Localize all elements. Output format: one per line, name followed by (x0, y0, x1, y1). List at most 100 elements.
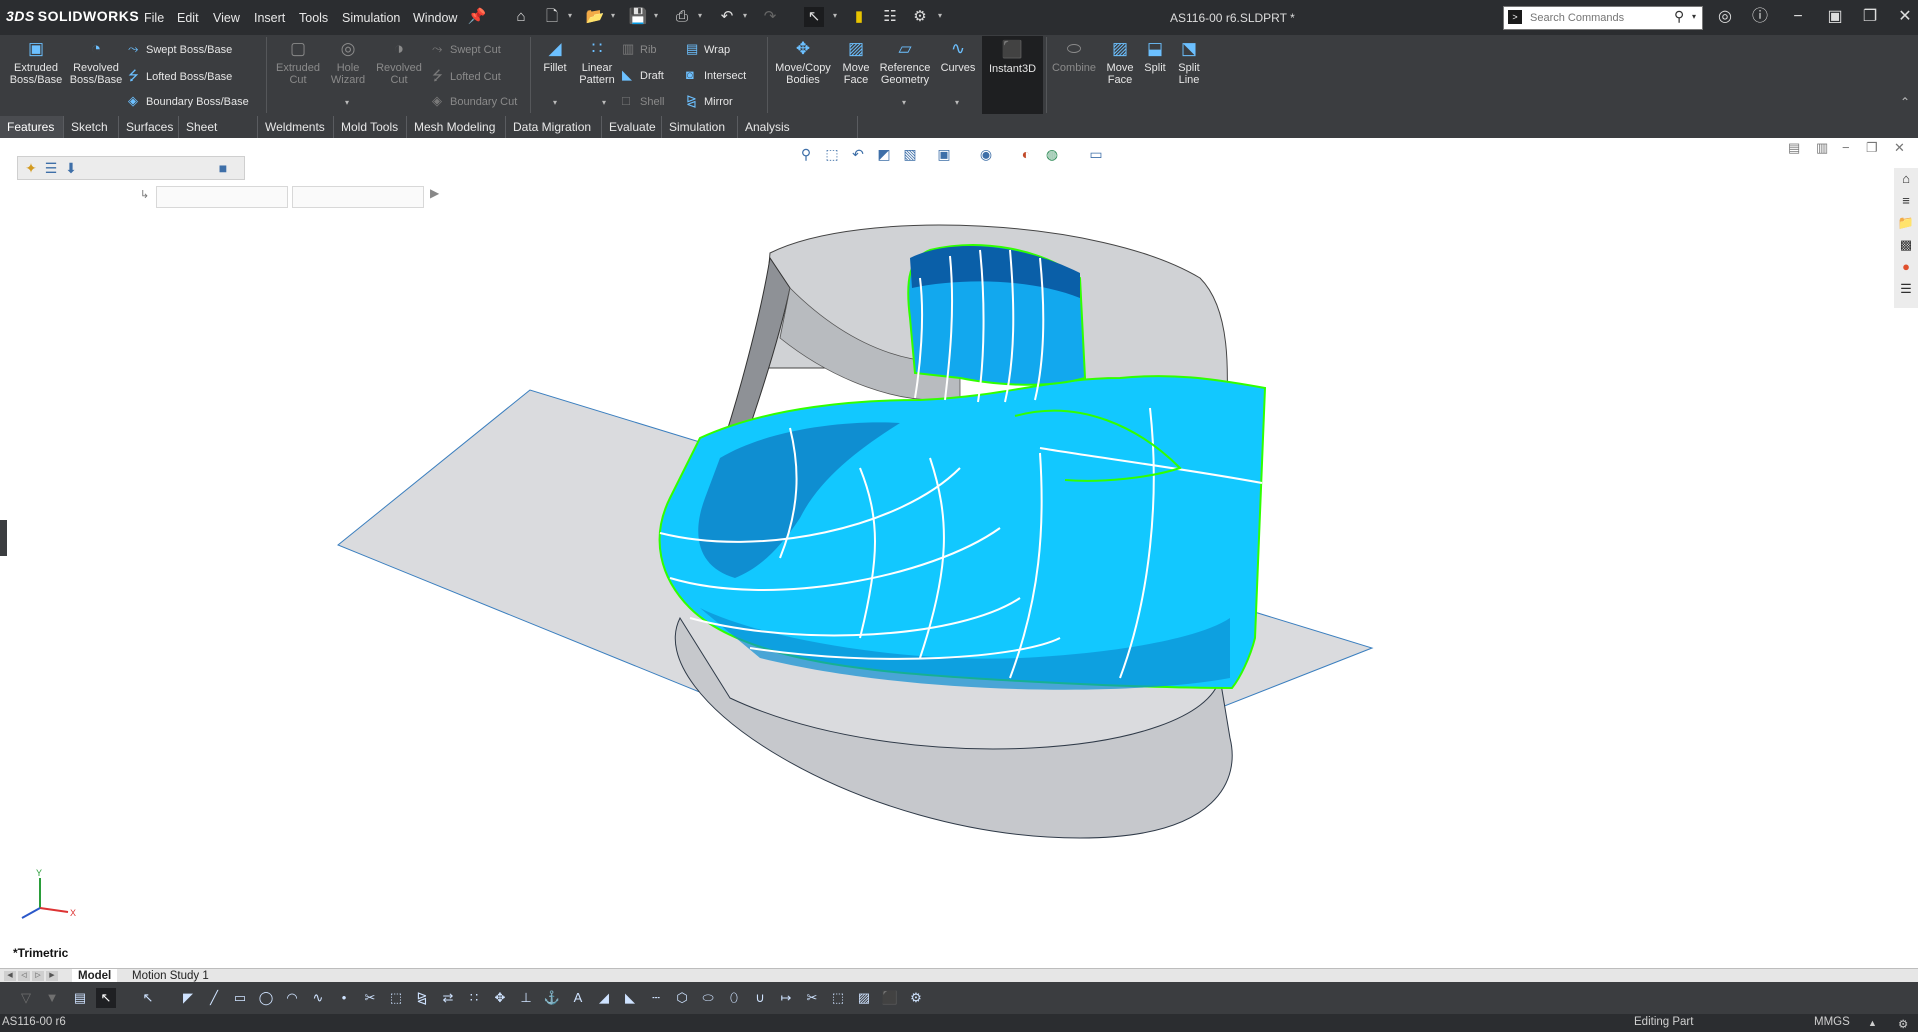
rebuild-icon[interactable]: ▮ (849, 7, 869, 27)
linear-sketch-pattern-icon[interactable]: ∷ (464, 988, 484, 1008)
intersect-button[interactable]: ◙ Intersect (686, 67, 746, 82)
breadcrumb-slot[interactable] (156, 186, 288, 208)
select-icon[interactable]: ↖ (804, 7, 824, 27)
draft-button[interactable]: ◣ Draft (622, 67, 664, 83)
previous-view-icon[interactable]: ↶ (848, 144, 868, 164)
tab-model[interactable]: Model (72, 969, 118, 983)
solidworks-logo[interactable]: 3DS SOLIDWORKS (6, 8, 139, 24)
status-units[interactable]: MMGS (1814, 1016, 1850, 1028)
print-icon[interactable]: ⎙ (672, 7, 692, 27)
split-button[interactable]: ⬓ Split (1140, 39, 1170, 74)
move-face-button-2[interactable]: ▨ Move Face (1100, 39, 1140, 86)
offset-icon[interactable]: ⬚ (386, 988, 406, 1008)
view-palette-icon[interactable]: ▩ (1897, 236, 1915, 254)
next-tab-icon[interactable]: ▷ (32, 971, 44, 981)
box-select-icon[interactable]: ↖ (138, 988, 158, 1008)
previous-tab-icon[interactable]: ◁ (18, 971, 30, 981)
extruded-boss-base-button[interactable]: ▣ Extruded Boss/Base (8, 39, 64, 86)
viewport-close-icon[interactable]: ✕ (1894, 140, 1905, 156)
hide-show-items-icon[interactable]: ◐ (1016, 144, 1036, 164)
relations-icon[interactable]: ⊥ (516, 988, 536, 1008)
options-icon[interactable]: ⚙ (910, 7, 930, 27)
search-options-caret-icon[interactable]: ▾ (1692, 12, 1696, 21)
move-face-button[interactable]: ▨ Move Face (836, 39, 876, 86)
sketch-picture-icon[interactable]: ▨ (854, 988, 874, 1008)
collapse-ribbon-icon[interactable]: ⌃ (1900, 95, 1910, 109)
point-icon[interactable]: • (334, 988, 354, 1008)
tab-weldments[interactable]: Weldments (258, 116, 334, 138)
convert-entities-icon[interactable]: ⇄ (438, 988, 458, 1008)
menu-insert[interactable]: Insert (254, 11, 285, 25)
edit-appearance-icon[interactable]: ◍ (1042, 144, 1062, 164)
new-file-icon[interactable]: 🗋 (542, 7, 562, 27)
menu-edit[interactable]: Edit (177, 11, 199, 25)
pin-icon[interactable]: 📌 (467, 7, 487, 27)
reference-geometry-caret-icon[interactable]: ▾ (902, 98, 906, 107)
curves-caret-icon[interactable]: ▾ (955, 98, 959, 107)
rectangle-icon[interactable]: ▭ (230, 988, 250, 1008)
tab-sketch[interactable]: Sketch (64, 116, 119, 138)
feature-manager-icon[interactable]: ✦ (22, 159, 40, 177)
home-icon[interactable]: ⌂ (511, 7, 531, 27)
home-icon[interactable]: ⌂ (1897, 170, 1915, 188)
breadcrumb-expand-icon[interactable]: ▶ (430, 186, 439, 200)
extend-icon[interactable]: ↦ (776, 988, 796, 1008)
model-view[interactable] (0, 138, 1918, 968)
reference-geometry-button[interactable]: ▱ Reference Geometry (876, 39, 934, 86)
design-library-icon[interactable]: ≡ (1897, 192, 1915, 210)
tab-motion-study-1[interactable]: Motion Study 1 (126, 969, 215, 983)
breadcrumb-slot[interactable] (292, 186, 424, 208)
swept-boss-base-button[interactable]: ⤳ Swept Boss/Base (128, 41, 232, 57)
sketch-text-icon[interactable]: A (568, 988, 588, 1008)
save-icon[interactable]: 💾 (628, 7, 648, 27)
select-icon[interactable]: ↖ (96, 988, 116, 1008)
first-tab-icon[interactable]: ◀ (4, 971, 16, 981)
construction-geometry-icon[interactable]: ⬚ (828, 988, 848, 1008)
user-icon[interactable]: ◎ (1712, 5, 1738, 29)
viewport-restore-icon[interactable]: ❐ (1866, 140, 1878, 156)
section-view-icon[interactable]: ◩ (874, 144, 894, 164)
appearances-icon[interactable]: ● (1897, 258, 1915, 276)
spline-icon[interactable]: ∿ (308, 988, 328, 1008)
boundary-boss-base-button[interactable]: ◈ Boundary Boss/Base (128, 93, 249, 109)
undo-icon[interactable]: ↶ (717, 7, 737, 27)
units-caret-icon[interactable]: ▲ (1868, 1018, 1877, 1028)
open-file-caret-icon[interactable]: ▾ (611, 11, 615, 20)
tab-mold-tools[interactable]: Mold Tools (334, 116, 407, 138)
tab-data-migration[interactable]: Data Migration (506, 116, 602, 138)
restore-icon[interactable]: ▣ (1822, 5, 1848, 29)
viewport-minimize-icon[interactable]: − (1842, 140, 1850, 155)
zoom-to-fit-icon[interactable]: ⚲ (796, 144, 816, 164)
mirror-entities-icon[interactable]: ⧎ (412, 988, 432, 1008)
split-line-button[interactable]: ⬔ Split Line (1172, 39, 1206, 86)
centerline-icon[interactable]: ┄ (646, 988, 666, 1008)
move-copy-bodies-button[interactable]: ✥ Move/Copy Bodies (772, 39, 834, 86)
revolved-boss-base-button[interactable]: ◔ Revolved Boss/Base (68, 39, 124, 86)
file-properties-icon[interactable]: ☷ (880, 7, 900, 27)
circle-icon[interactable]: ◯ (256, 988, 276, 1008)
search-commands[interactable]: > ⚲ ▾ (1503, 6, 1703, 30)
menu-view[interactable]: View (213, 11, 240, 25)
display-style-icon[interactable]: ◉ (976, 144, 996, 164)
dynamic-annotation-icon[interactable]: ▧ (900, 144, 920, 164)
hole-wizard-caret-icon[interactable]: ▾ (345, 98, 349, 107)
instant3d-button[interactable]: ⬛ Instant3D (982, 36, 1043, 114)
tab-evaluate[interactable]: Evaluate (602, 116, 662, 138)
menu-tools[interactable]: Tools (299, 11, 328, 25)
line-icon[interactable]: ╱ (204, 988, 224, 1008)
zoom-to-area-icon[interactable]: ⬚ (822, 144, 842, 164)
tab-surfaces[interactable]: Surfaces (119, 116, 179, 138)
tab-simulation[interactable]: Simulation (662, 116, 738, 138)
help-icon[interactable]: ⓘ (1747, 5, 1773, 29)
menu-window[interactable]: Window (413, 11, 457, 25)
undo-caret-icon[interactable]: ▾ (743, 11, 747, 20)
fillet-caret-icon[interactable]: ▾ (553, 98, 557, 107)
tab-sheet-metal[interactable]: Sheet Metal (179, 116, 258, 156)
file-explorer-icon[interactable]: 📁 (1897, 214, 1915, 232)
tab-features[interactable]: Features (0, 116, 64, 138)
configuration-manager-icon[interactable]: ⬇ (62, 159, 80, 177)
view-orientation-icon[interactable]: ▣ (934, 144, 954, 164)
search-input[interactable] (1528, 9, 1672, 27)
open-file-icon[interactable]: 📂 (585, 7, 605, 27)
display-manager-icon[interactable]: ■ (214, 159, 232, 177)
